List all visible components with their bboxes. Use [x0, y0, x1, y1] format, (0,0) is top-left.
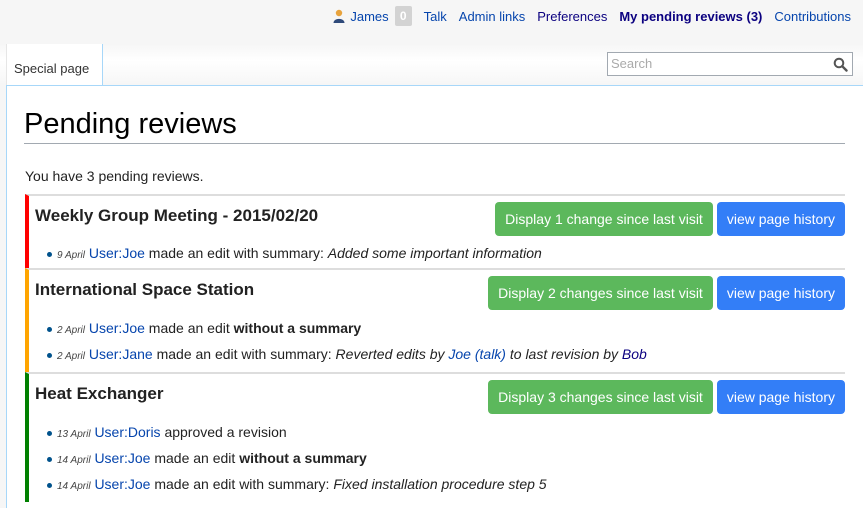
list-item: 13 April User:Doris approved a revision [45, 419, 547, 445]
review-block: International Space Station Display 2 ch… [25, 268, 845, 372]
list-item: 14 April User:Joe made an edit with summ… [45, 471, 547, 497]
review-block: Weekly Group Meeting - 2015/02/20 Displa… [25, 194, 845, 268]
user-link[interactable]: User:Joe [94, 450, 150, 466]
user-icon [333, 9, 345, 23]
item-action: made an edit [148, 320, 230, 336]
item-action: made an edit [154, 450, 236, 466]
talk-link[interactable]: Talk [424, 9, 447, 24]
display-changes-button[interactable]: Display 2 changes since last visit [488, 276, 713, 310]
review-title: International Space Station [35, 280, 255, 299]
display-changes-button[interactable]: Display 1 change since last visit [495, 202, 713, 236]
review-title: Weekly Group Meeting - 2015/02/20 [35, 206, 319, 225]
user-link[interactable]: User:Joe [94, 476, 150, 492]
view-page-history-button[interactable]: view page history [716, 380, 845, 414]
talk-link-inline[interactable]: (talk) [475, 346, 506, 362]
item-date: 2 April [57, 325, 85, 336]
admin-links-link[interactable]: Admin links [459, 9, 525, 24]
user-link[interactable]: User:Jane [89, 346, 153, 362]
item-action: made an edit with summary: [154, 476, 330, 492]
tab-special-page[interactable]: Special page [6, 44, 103, 85]
personal-toolbar: James 0 Talk Admin links Preferences My … [333, 0, 851, 32]
tab-special-page-label: Special page [14, 61, 90, 76]
list-item: 2 April User:Jane made an edit with summ… [45, 341, 647, 367]
list-item: 14 April User:Joe made an edit without a… [45, 445, 547, 471]
item-action: approved a revision [164, 424, 287, 440]
search-box [607, 52, 853, 76]
display-changes-button[interactable]: Display 3 changes since last visit [488, 380, 713, 414]
user-link[interactable]: User:Joe [89, 320, 145, 336]
item-action: made an edit with summary: [148, 245, 324, 261]
review-items: 9 April User:Joe made an edit with summa… [29, 240, 542, 266]
review-items: 13 April User:Doris approved a revision … [29, 419, 547, 497]
my-pending-reviews-link[interactable]: My pending reviews (3) [619, 9, 762, 24]
preferences-link[interactable]: Preferences [537, 9, 607, 24]
summary-text: Reverted edits by [335, 346, 449, 362]
reviews-list: Weekly Group Meeting - 2015/02/20 Displa… [25, 194, 845, 502]
review-items: 2 April User:Joe made an edit without a … [29, 315, 647, 367]
contributions-link[interactable]: Contributions [774, 9, 851, 24]
page-title: Pending reviews [24, 108, 845, 144]
item-date: 13 April [57, 429, 91, 440]
item-no-summary: without a summary [239, 450, 367, 466]
item-summary: Added some important information [327, 245, 542, 261]
user-link[interactable]: User:Joe [89, 245, 145, 261]
view-page-history-button[interactable]: view page history [716, 276, 845, 310]
content-area: Pending reviews You have 3 pending revie… [6, 85, 863, 508]
notification-badge[interactable]: 0 [394, 6, 412, 26]
item-date: 2 April [57, 351, 85, 362]
item-no-summary: without a summary [233, 320, 362, 336]
item-action: made an edit with summary: [156, 346, 332, 362]
pending-summary: You have 3 pending reviews. [25, 168, 204, 184]
item-summary: Reverted edits by Joe (talk) to last rev… [336, 346, 647, 362]
username: James [350, 8, 389, 24]
list-item: 2 April User:Joe made an edit without a … [45, 315, 647, 341]
user-page-link[interactable]: James [333, 8, 389, 24]
search-icon[interactable] [833, 57, 848, 72]
review-title: Heat Exchanger [35, 384, 164, 403]
user-link[interactable]: User:Doris [94, 424, 160, 440]
item-date: 9 April [57, 250, 85, 261]
item-date: 14 April [57, 481, 91, 492]
list-item: 9 April User:Joe made an edit with summa… [45, 240, 542, 266]
bob-link[interactable]: Bob [622, 346, 647, 362]
summary-text: to last revision by [505, 346, 622, 362]
joe-link[interactable]: Joe [448, 346, 471, 362]
search-input[interactable] [611, 56, 821, 71]
review-block: Heat Exchanger Display 3 changes since l… [25, 372, 845, 502]
view-page-history-button[interactable]: view page history [716, 202, 845, 236]
item-date: 14 April [57, 455, 91, 466]
item-summary: Fixed installation procedure step 5 [333, 476, 547, 492]
